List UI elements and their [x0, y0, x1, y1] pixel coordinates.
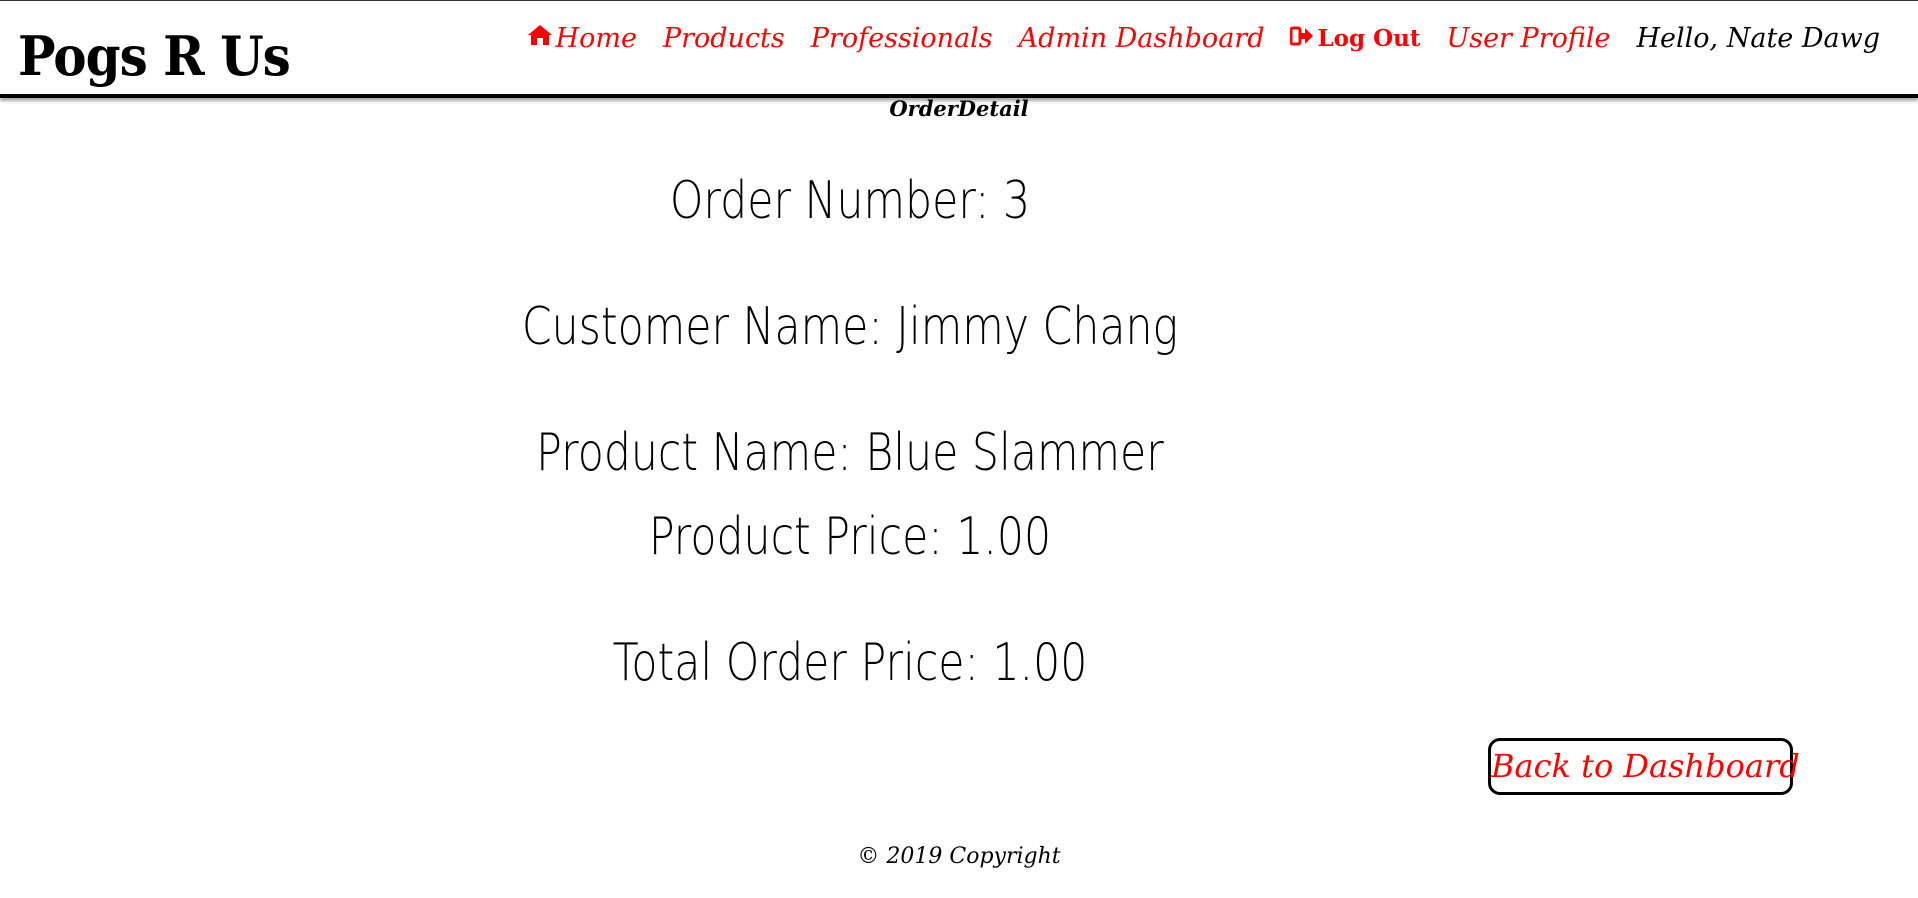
top-navbar: Pogs R Us Home Products Professionals Ad… — [0, 0, 1918, 98]
nav-admin-dashboard-link[interactable]: Admin Dashboard — [1019, 19, 1265, 59]
nav-menu: Home Products Professionals Admin Dashbo… — [527, 19, 1880, 59]
nav-logout-link[interactable]: Log Out — [1289, 19, 1421, 59]
nav-user-profile-link[interactable]: User Profile — [1446, 19, 1610, 59]
product-name: Product Name: Blue Slammer — [536, 423, 1164, 483]
product-price: Product Price: 1.00 — [648, 507, 1052, 567]
nav-products-link[interactable]: Products — [663, 19, 785, 59]
order-number: Order Number: 3 — [669, 171, 1031, 231]
nav-home-label: Home — [555, 23, 637, 54]
customer-name: Customer Name: Jimmy Chang — [521, 297, 1179, 357]
back-to-dashboard-button[interactable]: Back to Dashboard — [1488, 738, 1800, 795]
user-greeting: Hello, Nate Dawg — [1636, 23, 1881, 54]
nav-professionals-link[interactable]: Professionals — [811, 19, 993, 59]
total-order-price: Total Order Price: 1.00 — [612, 633, 1088, 693]
nav-logout-label: Log Out — [1317, 25, 1421, 52]
nav-home-link[interactable]: Home — [527, 19, 637, 59]
sign-out-icon — [1289, 19, 1314, 59]
brand-logo[interactable]: Pogs R Us — [18, 23, 291, 90]
home-icon — [527, 19, 553, 59]
footer-copyright: © 2019 Copyright — [857, 844, 1061, 869]
page-title: OrderDetail — [889, 96, 1029, 121]
